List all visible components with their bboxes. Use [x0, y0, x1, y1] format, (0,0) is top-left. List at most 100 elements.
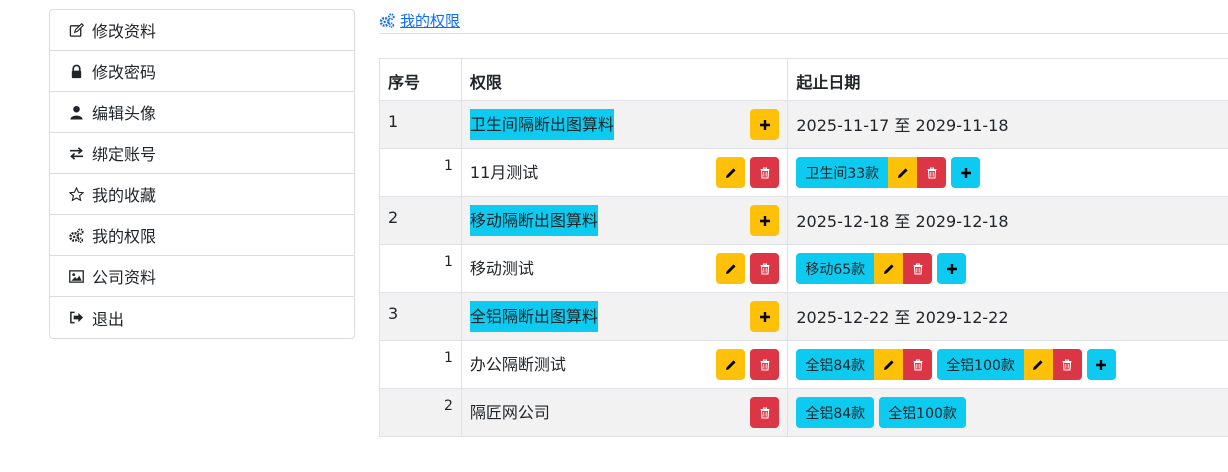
sign-out-icon	[68, 310, 84, 326]
plus-icon	[1096, 359, 1107, 370]
pencil-icon	[897, 167, 908, 178]
pencil-icon	[725, 359, 736, 370]
sidebar-item-label: 绑定账号	[92, 145, 157, 164]
permission-cell: 全铝隔断出图算料	[460, 292, 789, 341]
delete-tag-button[interactable]	[903, 253, 933, 284]
profile-sidebar: 修改资料 修改密码 编辑头像 绑定账号 我的收藏 我的权限 公司资料 退出	[49, 9, 355, 339]
sub-permission-cell: 移动测试	[460, 244, 789, 293]
table-row: 1 11月测试 卫生间33款	[379, 148, 1228, 197]
add-tag-button[interactable]	[951, 157, 981, 188]
sub-permission-name: 11月测试	[469, 163, 539, 182]
edit-tag-button[interactable]	[888, 157, 918, 188]
sidebar-item-label: 编辑头像	[92, 104, 157, 123]
sub-permission-cell: 11月测试	[460, 148, 789, 197]
table-row: 1 移动测试 移动65款	[379, 244, 1228, 293]
sidebar-item-label: 我的收藏	[92, 186, 157, 205]
delete-button[interactable]	[750, 253, 780, 284]
permission-name: 移动隔断出图算料	[469, 205, 598, 236]
date-range: 2025-12-22 至 2029-12-22	[787, 292, 1228, 341]
sidebar-item-label: 我的权限	[92, 227, 157, 246]
trash-icon	[927, 166, 937, 179]
row-number: 3	[379, 292, 462, 341]
permission-cell: 卫生间隔断出图算料	[460, 100, 789, 149]
sidebar-item-permissions[interactable]: 我的权限	[50, 215, 354, 256]
plus-icon	[946, 263, 957, 274]
model-tag[interactable]: 移动65款	[796, 253, 875, 284]
row-number: 2	[379, 196, 462, 245]
sidebar-item-change-password[interactable]: 修改密码	[50, 51, 354, 92]
delete-tag-button[interactable]	[917, 157, 947, 188]
trash-icon	[760, 166, 770, 179]
pencil-icon	[725, 263, 736, 274]
sidebar-item-edit-profile[interactable]: 修改资料	[50, 10, 354, 51]
lock-icon	[68, 63, 84, 79]
edit-tag-button[interactable]	[874, 253, 904, 284]
sidebar-item-company-info[interactable]: 公司资料	[50, 256, 354, 297]
table-row: 2 隔匠网公司 全铝84款 全铝100款	[379, 388, 1228, 437]
star-icon	[68, 186, 84, 202]
add-sub-button[interactable]	[750, 109, 780, 140]
sub-permission-cell: 办公隔断测试	[460, 340, 789, 389]
table-header-row: 序号 权限 起止日期	[379, 58, 1228, 101]
sidebar-item-bind-account[interactable]: 绑定账号	[50, 133, 354, 174]
sub-permission-cell: 隔匠网公司	[460, 388, 789, 437]
plus-icon	[960, 167, 971, 178]
add-tag-button[interactable]	[1086, 349, 1116, 380]
exchange-icon	[68, 145, 84, 161]
edit-button[interactable]	[716, 253, 746, 284]
delete-button[interactable]	[750, 349, 780, 380]
trash-icon	[913, 358, 923, 371]
edit-button[interactable]	[716, 349, 746, 380]
user-icon	[68, 104, 84, 120]
gears-icon	[379, 13, 395, 28]
edit-tag-button[interactable]	[874, 349, 904, 380]
delete-button[interactable]	[750, 397, 780, 428]
date-range: 2025-11-17 至 2029-11-18	[787, 100, 1228, 149]
sub-row-number: 2	[379, 388, 462, 437]
sub-row-number: 1	[379, 340, 462, 389]
model-tag-group: 全铝100款	[879, 397, 966, 428]
add-sub-button[interactable]	[750, 205, 780, 236]
permission-name: 全铝隔断出图算料	[469, 301, 598, 332]
model-tag[interactable]: 卫生间33款	[796, 157, 889, 188]
permissions-table: 序号 权限 起止日期 1 卫生间隔断出图算料 2025-11-17 至 2029…	[379, 58, 1228, 437]
sub-permission-name: 移动测试	[469, 259, 534, 278]
delete-button[interactable]	[750, 157, 780, 188]
header-permission: 权限	[460, 58, 789, 101]
header-date-range: 起止日期	[787, 58, 1228, 101]
sidebar-item-label: 修改密码	[92, 63, 157, 82]
delete-tag-button[interactable]	[1052, 349, 1082, 380]
sidebar-item-favorites[interactable]: 我的收藏	[50, 174, 354, 215]
pencil-icon	[883, 263, 894, 274]
edit-button[interactable]	[716, 157, 746, 188]
edit-icon	[68, 22, 84, 38]
model-tags-cell: 全铝84款 全铝100款	[787, 340, 1228, 389]
table-row: 2 移动隔断出图算料 2025-12-18 至 2029-12-18	[379, 196, 1228, 245]
model-tag[interactable]: 全铝100款	[879, 397, 966, 428]
delete-tag-button[interactable]	[903, 349, 933, 380]
plus-icon	[759, 119, 770, 130]
permission-cell: 移动隔断出图算料	[460, 196, 789, 245]
trash-icon	[760, 406, 770, 419]
model-tag[interactable]: 全铝84款	[796, 397, 875, 428]
sub-row-number: 1	[379, 244, 462, 293]
trash-icon	[760, 358, 770, 371]
table-row: 1 办公隔断测试 全铝84款 全铝100款	[379, 340, 1228, 389]
gears-icon	[68, 227, 84, 243]
model-tag[interactable]: 全铝84款	[796, 349, 875, 380]
plus-icon	[759, 215, 770, 226]
pencil-icon	[883, 359, 894, 370]
table-row: 1 卫生间隔断出图算料 2025-11-17 至 2029-11-18	[379, 100, 1228, 149]
breadcrumb: 我的权限	[379, 10, 1228, 34]
model-tag-group: 全铝84款	[796, 349, 933, 380]
model-tag[interactable]: 全铝100款	[937, 349, 1024, 380]
model-tag-group: 全铝84款	[796, 397, 875, 428]
add-tag-button[interactable]	[937, 253, 967, 284]
breadcrumb-link-permissions[interactable]: 我的权限	[379, 10, 460, 31]
trash-icon	[760, 262, 770, 275]
edit-tag-button[interactable]	[1023, 349, 1053, 380]
sidebar-item-logout[interactable]: 退出	[50, 297, 354, 338]
sidebar-item-label: 公司资料	[92, 268, 157, 287]
sidebar-item-edit-avatar[interactable]: 编辑头像	[50, 92, 354, 133]
add-sub-button[interactable]	[750, 301, 780, 332]
